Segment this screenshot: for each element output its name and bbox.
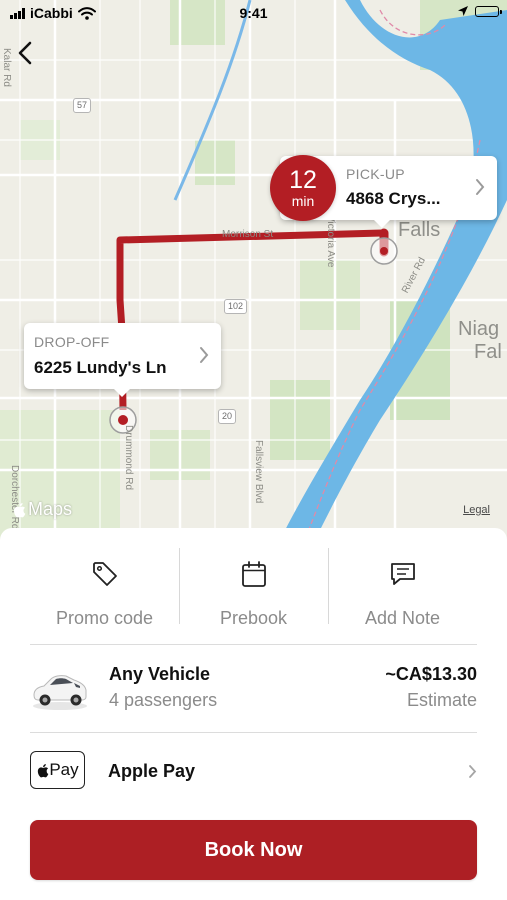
legal-link[interactable]: Legal <box>463 504 490 516</box>
place-label: Niag <box>458 318 500 340</box>
book-now-button[interactable]: Book Now <box>30 820 477 880</box>
maps-label: Maps <box>28 499 73 519</box>
apple-logo-icon <box>13 502 26 517</box>
eta-value: 12 <box>289 166 317 194</box>
add-note-button[interactable]: Add Note <box>328 548 477 646</box>
dropoff-callout[interactable]: DROP-OFF 6225 Lundy's Ln <box>24 323 221 397</box>
prebook-button[interactable]: Prebook <box>179 548 328 646</box>
place-label: Fal <box>474 341 502 363</box>
pickup-title: PICK-UP <box>346 166 405 182</box>
fare-price: ~CA$13.30 <box>385 664 477 684</box>
route-shield: 20 <box>218 409 237 424</box>
payment-method-name: Apple Pay <box>108 761 196 781</box>
add-note-label: Add Note <box>364 608 441 628</box>
location-arrow-icon <box>458 6 468 16</box>
street-label: Morrison St <box>222 229 274 240</box>
apple-pay-icon: Pay <box>30 751 85 789</box>
chevron-left-icon <box>18 41 32 65</box>
street-label: Drummond Rd <box>123 425 134 491</box>
eta-badge: 12 min <box>270 155 336 221</box>
passenger-count: 4 passengers <box>109 690 218 710</box>
back-button[interactable] <box>10 36 40 70</box>
car-icon <box>33 675 87 710</box>
street-label: Fallsview Blvd <box>253 440 264 504</box>
place-label: Falls <box>398 219 441 241</box>
route-shield: 57 <box>73 98 92 113</box>
booking-sheet: Promo code Prebook Add Note Any Vehicle … <box>0 528 507 900</box>
route-shield: 102 <box>224 299 248 314</box>
pay-badge-label: Pay <box>49 760 79 779</box>
map-view[interactable]: Morrison St Victoria Ave River Rd Drummo… <box>0 0 507 540</box>
calendar-icon <box>241 561 266 587</box>
book-now-label: Book Now <box>204 838 303 861</box>
street-label: Victoria Ave <box>325 215 336 268</box>
options-row: Promo code Prebook Add Note <box>30 548 477 646</box>
promo-code-label: Promo code <box>55 608 154 628</box>
vehicle-name: Any Vehicle <box>109 664 211 684</box>
vehicle-selector[interactable]: Any Vehicle 4 passengers ~CA$13.30 Estim… <box>30 654 477 734</box>
pickup-address: 4868 Crys... <box>346 189 441 208</box>
payment-method-selector[interactable]: Pay Apple Pay <box>30 740 477 802</box>
status-bar: iCabbi 9:41 <box>0 0 507 28</box>
divider <box>30 732 477 733</box>
tag-icon <box>92 562 117 586</box>
chevron-right-icon <box>476 179 485 195</box>
prebook-label: Prebook <box>219 608 288 628</box>
clock: 9:41 <box>239 5 268 21</box>
dropoff-title: DROP-OFF <box>34 334 110 350</box>
maps-attribution: Maps <box>12 499 72 520</box>
fare-estimate-label: Estimate <box>406 690 477 710</box>
dropoff-address: 6225 Lundy's Ln <box>34 358 167 377</box>
message-icon <box>390 563 415 585</box>
battery-icon <box>475 5 502 17</box>
promo-code-button[interactable]: Promo code <box>30 548 179 646</box>
chevron-right-icon <box>469 765 477 778</box>
eta-unit: min <box>291 193 315 209</box>
apple-logo-icon <box>38 763 49 777</box>
divider <box>30 644 477 645</box>
chevron-right-icon <box>200 347 209 363</box>
